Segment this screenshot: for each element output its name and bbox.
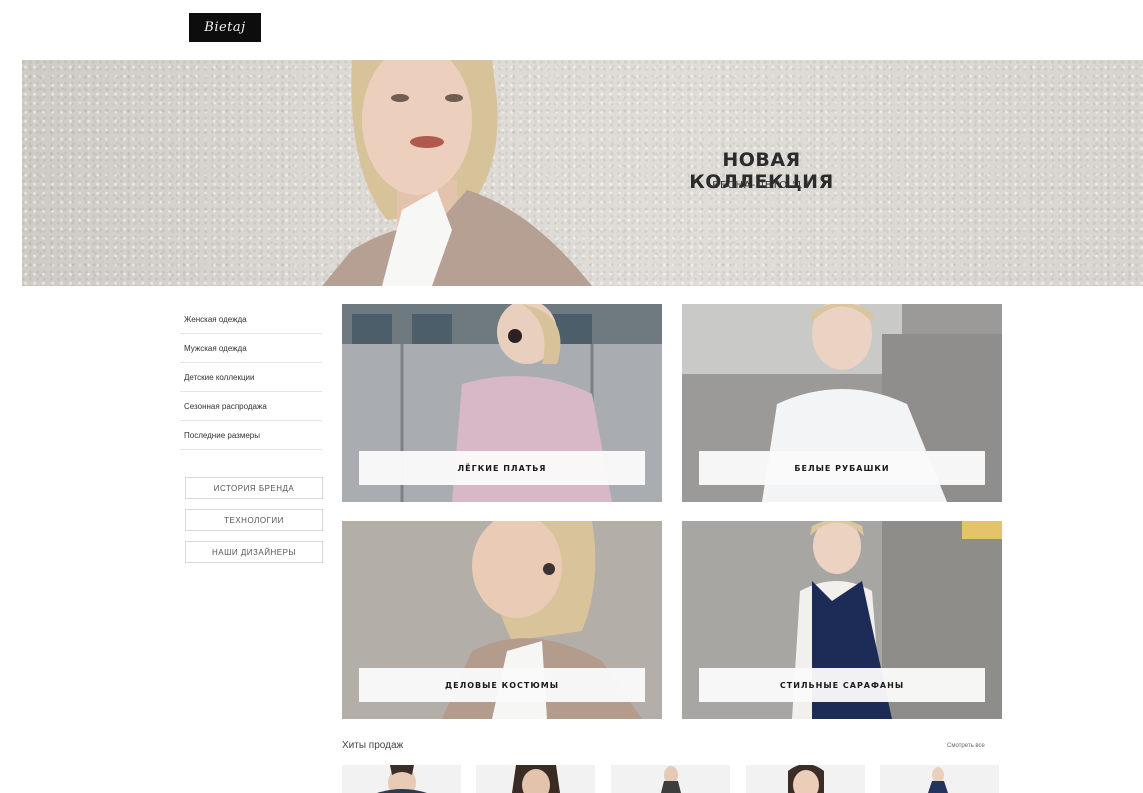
designers-button[interactable]: НАШИ ДИЗАЙНЕРЫ	[185, 541, 323, 563]
category-label-business-suits: ДЕЛОВЫЕ КОСТЮМЫ	[359, 668, 645, 702]
sidebar-nav: Женская одежда Мужская одежда Детские ко…	[180, 305, 322, 450]
product-card[interactable]	[880, 765, 999, 793]
sidebar-item-womens[interactable]: Женская одежда	[180, 305, 322, 334]
brand-history-button[interactable]: ИСТОРИЯ БРЕНДА	[185, 477, 323, 499]
product-image	[512, 765, 560, 793]
product-image	[661, 766, 681, 793]
category-tile-dresses[interactable]: ЛЁГКИЕ ПЛАТЬЯ	[342, 304, 662, 502]
product-card[interactable]	[342, 765, 461, 793]
category-label-sundresses: СТИЛЬНЫЕ САРАФАНЫ	[699, 668, 985, 702]
sidebar-item-sale[interactable]: Сезонная распродажа	[180, 392, 322, 421]
product-card[interactable]	[746, 765, 865, 793]
hero-banner[interactable]: НОВАЯ КОЛЛЕКЦИЯ ВЕСНА-ЛЕТО '19	[22, 60, 1143, 286]
hero-model-image	[322, 60, 592, 286]
sidebar-item-mens[interactable]: Мужская одежда	[180, 334, 322, 363]
technologies-button[interactable]: ТЕХНОЛОГИИ	[185, 509, 323, 531]
product-card[interactable]	[476, 765, 595, 793]
sidebar-item-last-sizes[interactable]: Последние размеры	[180, 421, 322, 450]
category-tile-business-suits[interactable]: ДЕЛОВЫЕ КОСТЮМЫ	[342, 521, 662, 719]
bestsellers-heading: Хиты продаж	[342, 740, 404, 751]
product-image	[377, 765, 427, 793]
see-all-link[interactable]: Смотреть все	[947, 743, 985, 749]
product-image	[788, 765, 824, 793]
hero-subtitle: ВЕСНА-ЛЕТО '19	[712, 180, 811, 191]
category-label-dresses: ЛЁГКИЕ ПЛАТЬЯ	[359, 451, 645, 485]
category-tile-sundresses[interactable]: СТИЛЬНЫЕ САРАФАНЫ	[682, 521, 1002, 719]
product-card[interactable]	[611, 765, 730, 793]
category-tile-white-shirts[interactable]: БЕЛЫЕ РУБАШКИ	[682, 304, 1002, 502]
sidebar-item-kids[interactable]: Детские коллекции	[180, 363, 322, 392]
brand-logo[interactable]: Bietaj	[189, 13, 261, 42]
category-label-white-shirts: БЕЛЫЕ РУБАШКИ	[699, 451, 985, 485]
product-image	[928, 767, 948, 793]
